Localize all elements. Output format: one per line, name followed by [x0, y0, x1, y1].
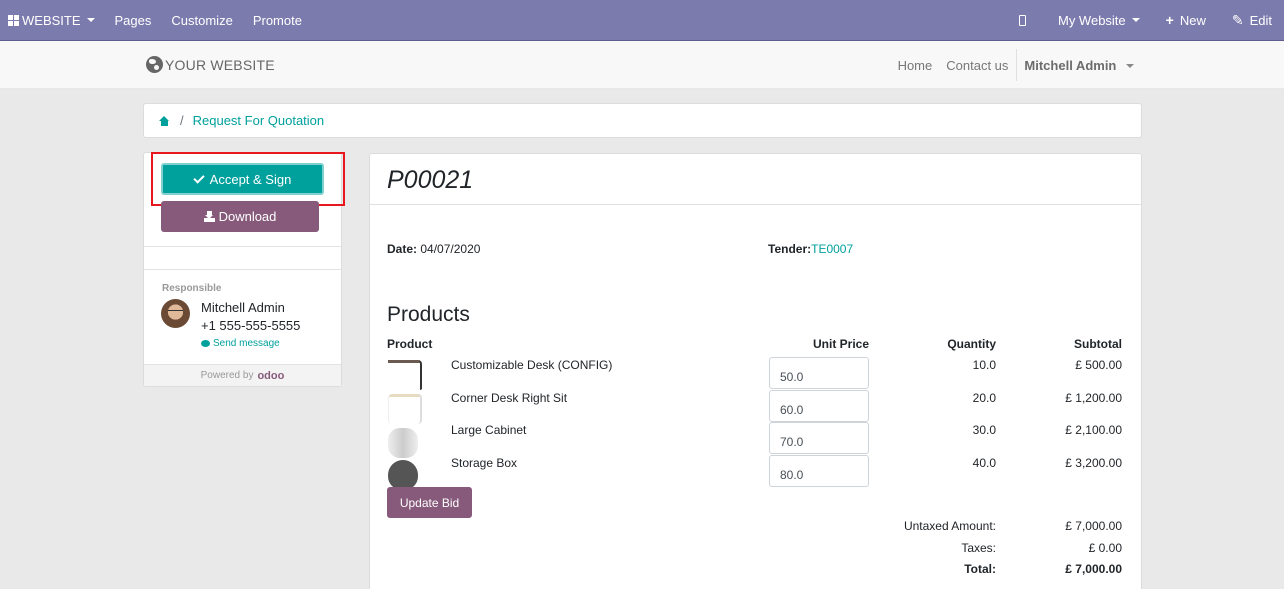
- comment-icon: [201, 340, 210, 347]
- untaxed-amount-label: Untaxed Amount:: [903, 519, 996, 533]
- sidebar-divider: [144, 246, 341, 247]
- send-message-link[interactable]: Send message: [201, 338, 280, 349]
- responsible-name: Mitchell Admin: [201, 300, 285, 315]
- home-icon[interactable]: [159, 115, 170, 126]
- breadcrumb-request-for-quotation[interactable]: Request For Quotation: [193, 113, 325, 128]
- menu-promote[interactable]: Promote: [243, 0, 312, 41]
- chevron-down-icon: [1126, 64, 1134, 69]
- product-name: Large Cabinet: [451, 423, 527, 437]
- column-header-quantity: Quantity: [947, 337, 996, 351]
- mobile-preview-button[interactable]: [1009, 0, 1048, 41]
- date-value: 04/07/2020: [420, 242, 481, 256]
- website-app-label: WEBSITE: [22, 12, 81, 28]
- responsible-phone: +1 555-555-5555: [201, 318, 301, 333]
- taxes-label: Taxes:: [961, 541, 996, 555]
- odoo-logo[interactable]: odoo: [257, 370, 284, 382]
- product-name: Corner Desk Right Sit: [451, 391, 568, 405]
- tender-link[interactable]: TE0007: [811, 242, 853, 256]
- powered-by-text: Powered by: [200, 370, 254, 381]
- tender-field: Tender:TE0007: [768, 242, 853, 256]
- chevron-down-icon: [1131, 18, 1140, 22]
- product-name: Customizable Desk (CONFIG): [451, 358, 613, 372]
- plus-icon: +: [1165, 12, 1174, 28]
- send-message-label: Send message: [213, 338, 280, 349]
- logo-text: YOUR WEBSITE: [165, 56, 275, 73]
- total-label: Total:: [964, 562, 996, 576]
- website-logo[interactable]: YOUR WEBSITE: [146, 56, 275, 73]
- new-label: New: [1179, 12, 1206, 28]
- product-image-customizable-desk: [388, 360, 422, 390]
- column-header-unit-price: Unit Price: [812, 337, 869, 351]
- sidebar-divider: [144, 269, 341, 270]
- powered-by-footer: Powered by odoo: [144, 364, 341, 386]
- column-header-subtotal: Subtotal: [1074, 337, 1122, 351]
- website-selector-label: My Website: [1057, 12, 1126, 28]
- products-heading: Products: [387, 303, 470, 326]
- avatar: [161, 299, 190, 328]
- breadcrumb: / Request For Quotation: [143, 103, 1142, 138]
- new-button[interactable]: + New: [1150, 0, 1216, 41]
- untaxed-amount-value: £ 7,000.00: [1065, 519, 1122, 533]
- download-label: Download: [218, 209, 277, 224]
- product-image-large-cabinet: [388, 428, 418, 458]
- quantity-value: 40.0: [972, 456, 996, 470]
- website-selector[interactable]: My Website: [1048, 0, 1150, 41]
- subtotal-value: £ 1,200.00: [1065, 391, 1122, 405]
- subtotal-value: £ 2,100.00: [1065, 423, 1122, 437]
- product-image-storage-box: [388, 460, 418, 490]
- update-bid-button[interactable]: Update Bid: [387, 487, 472, 518]
- chevron-down-icon: [86, 18, 95, 22]
- breadcrumb-separator: /: [180, 113, 184, 128]
- download-button[interactable]: Download: [161, 201, 319, 232]
- date-field: Date: 04/07/2020: [387, 242, 480, 256]
- taxes-value: £ 0.00: [1088, 541, 1122, 555]
- globe-icon: [146, 56, 163, 73]
- unit-price-input[interactable]: [769, 390, 869, 422]
- product-name: Storage Box: [451, 456, 518, 470]
- menu-pages[interactable]: Pages: [105, 0, 162, 41]
- mobile-phone-icon: [1018, 14, 1026, 26]
- document-title: P00021: [387, 166, 474, 194]
- edit-label: Edit: [1249, 12, 1272, 28]
- nav-home[interactable]: Home: [891, 58, 940, 73]
- unit-price-input[interactable]: [769, 357, 869, 389]
- subtotal-value: £ 500.00: [1075, 358, 1122, 372]
- highlight-annotation-box: [151, 152, 345, 206]
- website-nav: Home Contact us Mitchell Admin: [891, 41, 1142, 89]
- tender-label: Tender:: [768, 242, 812, 256]
- download-icon: [203, 211, 215, 222]
- product-image-corner-desk: [388, 394, 422, 424]
- user-name: Mitchell Admin: [1024, 57, 1117, 73]
- quantity-value: 20.0: [972, 391, 996, 405]
- nav-contact-us[interactable]: Contact us: [939, 58, 1015, 73]
- user-menu[interactable]: Mitchell Admin: [1017, 58, 1142, 73]
- total-value: £ 7,000.00: [1065, 562, 1122, 576]
- pencil-icon: ✎: [1231, 11, 1244, 28]
- edit-button[interactable]: ✎ Edit: [1216, 0, 1284, 41]
- quantity-value: 30.0: [972, 423, 996, 437]
- menu-customize[interactable]: Customize: [161, 0, 242, 41]
- quantity-value: 10.0: [972, 358, 996, 372]
- column-header-product: Product: [387, 337, 433, 351]
- unit-price-input[interactable]: [769, 422, 869, 454]
- apps-grid-icon: [8, 14, 19, 26]
- editor-top-bar: WEBSITE Pages Customize Promote My Websi…: [0, 0, 1284, 41]
- responsible-label: Responsible: [162, 283, 222, 294]
- website-app-menu[interactable]: WEBSITE: [0, 0, 105, 41]
- website-header: YOUR WEBSITE Home Contact us Mitchell Ad…: [0, 41, 1284, 89]
- subtotal-value: £ 3,200.00: [1065, 456, 1122, 470]
- title-divider: [370, 204, 1141, 205]
- date-label: Date:: [387, 242, 418, 256]
- unit-price-input[interactable]: [769, 455, 869, 487]
